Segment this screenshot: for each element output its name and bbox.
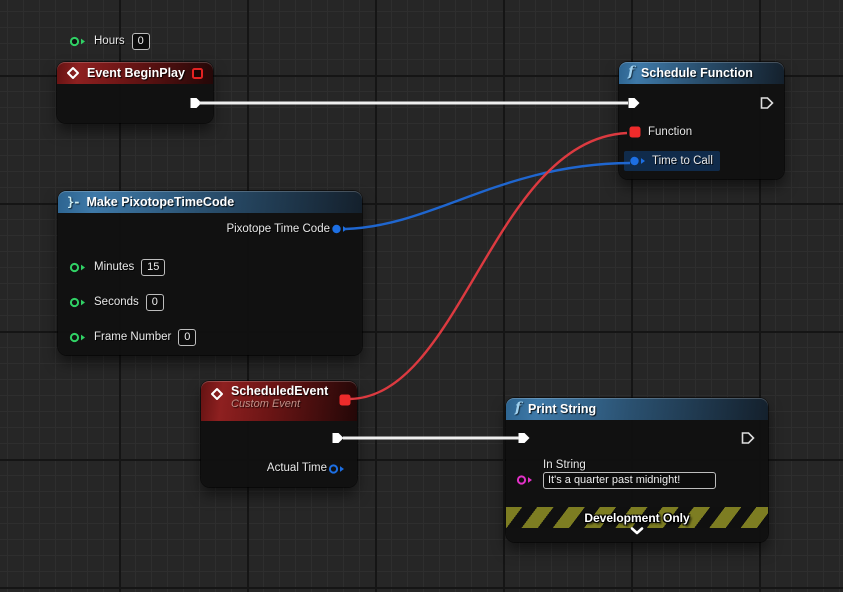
node-event-beginplay[interactable]: Event BeginPlay — [57, 62, 213, 123]
node-title: Print String — [528, 402, 596, 416]
node-header: }- Make PixotopeTimeCode — [58, 191, 362, 213]
pin-label: Actual Time — [267, 462, 327, 474]
pin-label: Frame Number — [94, 331, 171, 343]
in-string-value-input[interactable] — [543, 472, 716, 489]
delegate-pin[interactable] — [192, 68, 203, 79]
struct-in-pin[interactable] — [69, 297, 87, 308]
delegate-wire-scheduledevent-to-function[interactable] — [350, 133, 627, 399]
node-header: f Print String — [506, 398, 768, 420]
node-print-string[interactable]: f Print String In String Development Onl… — [506, 398, 768, 542]
exec-out-pin[interactable] — [741, 431, 756, 446]
node-title: Schedule Function — [641, 66, 753, 80]
pin-label: Time to Call — [652, 155, 713, 167]
frame-number-value-input[interactable] — [178, 329, 196, 346]
node-scheduledevent[interactable]: ScheduledEvent Custom Event Actual Time — [201, 381, 357, 487]
pin-row-seconds: Seconds — [69, 292, 164, 312]
function-f-icon: f — [515, 401, 521, 415]
seconds-value-input[interactable] — [146, 294, 164, 311]
pin-label: Pixotope Time Code — [226, 223, 330, 235]
graph-canvas[interactable]: { "graph": { "background": "#262626", "g… — [0, 0, 843, 592]
node-schedule-function[interactable]: f Schedule Function Function Time to Cal… — [619, 62, 784, 179]
node-title: Make PixotopeTimeCode — [86, 195, 234, 209]
minutes-value-input[interactable] — [141, 259, 165, 276]
struct-in-pin[interactable] — [69, 36, 87, 47]
exec-in-pin[interactable] — [627, 96, 642, 111]
event-diamond-icon — [210, 387, 224, 401]
node-header: ScheduledEvent Custom Event — [201, 381, 357, 421]
exec-in-pin[interactable] — [517, 431, 532, 446]
node-subtitle: Custom Event — [231, 398, 328, 410]
node-title: ScheduledEvent — [231, 384, 328, 398]
struct-in-pin[interactable] — [69, 332, 87, 343]
node-make-pixotopetimecode[interactable]: }- Make PixotopeTimeCode Hours Minutes S… — [58, 191, 362, 355]
function-f-icon: f — [628, 65, 634, 79]
pin-label: In String — [543, 459, 586, 471]
exec-out-pin[interactable] — [331, 431, 346, 446]
node-title: Event BeginPlay — [87, 66, 185, 80]
chevron-down-icon[interactable] — [629, 526, 645, 536]
hours-value-input[interactable] — [132, 33, 150, 50]
pin-label: Seconds — [94, 296, 139, 308]
exec-out-pin[interactable] — [189, 96, 204, 111]
pin-label: Function — [648, 126, 692, 138]
struct-in-pin[interactable] — [69, 262, 87, 273]
string-in-pin[interactable] — [516, 475, 534, 486]
pin-row-minutes: Minutes — [69, 257, 165, 277]
exec-out-pin[interactable] — [760, 96, 775, 111]
node-header: Event BeginPlay — [57, 62, 213, 84]
development-only-banner: Development Only — [506, 507, 768, 528]
delegate-out-pin[interactable] — [340, 395, 351, 406]
delegate-in-pin[interactable] — [630, 127, 641, 138]
pin-row-hours: Hours — [69, 31, 150, 51]
struct-in-pin-time-to-call[interactable] — [629, 156, 647, 167]
pin-row-frame-number: Frame Number — [69, 327, 196, 347]
struct-wire-timecode-to-timetocall[interactable] — [345, 163, 630, 229]
struct-out-pin-actual-time[interactable] — [328, 464, 346, 475]
banner-label: Development Only — [584, 511, 689, 525]
pin-label: Minutes — [94, 261, 134, 273]
node-header: f Schedule Function — [619, 62, 784, 84]
struct-out-pin-pixotope-time-code[interactable] — [331, 224, 349, 235]
event-diamond-icon — [66, 66, 80, 80]
pin-label: Hours — [94, 35, 125, 47]
make-struct-icon: }- — [67, 195, 79, 209]
